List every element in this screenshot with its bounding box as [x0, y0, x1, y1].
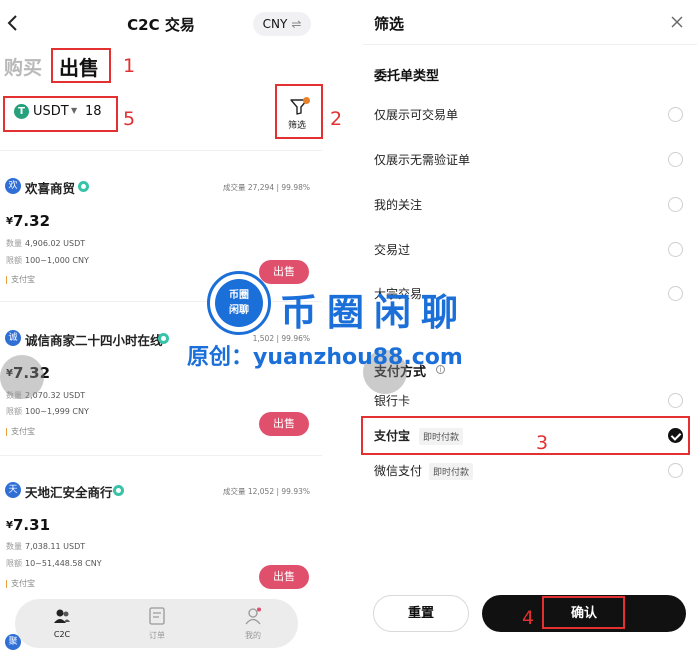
reset-button[interactable]: 重置 — [373, 595, 469, 632]
radio-no-verification[interactable] — [668, 152, 683, 167]
nav-profile-label[interactable]: 我的 — [233, 630, 273, 641]
radio-tradable-only[interactable] — [668, 107, 683, 122]
watermark-title: 币圈闲聊 — [280, 291, 468, 334]
profile-icon[interactable] — [244, 607, 262, 625]
limit-value: 100~1,999 CNY — [25, 407, 89, 416]
price: 7.31 — [13, 516, 51, 534]
currency-label: CNY — [262, 17, 288, 31]
document-icon[interactable] — [148, 607, 166, 625]
option-traded-before[interactable]: 交易过 — [374, 241, 410, 258]
merchant-avatar: 欢 — [5, 178, 21, 194]
annotation-box-filter — [275, 84, 323, 139]
payment-bank-card[interactable]: 银行卡 — [374, 392, 410, 409]
limit-key: 限额 — [6, 256, 22, 265]
divider — [0, 455, 322, 456]
merchant-stats: 成交量 27,294 | 99.98% — [222, 183, 310, 192]
nav-orders-label[interactable]: 订单 — [137, 630, 177, 641]
touch-indicator — [0, 355, 44, 399]
merchant-avatar: 天 — [5, 482, 21, 498]
divider — [0, 301, 322, 302]
quantity-value: 4,906.02 USDT — [25, 239, 86, 248]
limit-line: 限额 100~1,999 CNY — [6, 406, 89, 417]
limit-key: 限额 — [6, 559, 22, 568]
radio-bank-card[interactable] — [668, 393, 683, 408]
annotation-number: 5 — [123, 108, 136, 130]
radio-following[interactable] — [668, 197, 683, 212]
quantity-line: 数量 4,906.02 USDT — [6, 238, 85, 249]
price: 7.32 — [13, 212, 51, 230]
sell-button[interactable]: 出售 — [259, 412, 309, 436]
instant-pay-tag: 即时付款 — [429, 463, 474, 480]
header: C2C 交易 CNY ⇌ — [0, 0, 322, 46]
merchant-stats: 成交量 12,052 | 99.93% — [222, 487, 310, 496]
limit-line: 限额 100~1,000 CNY — [6, 255, 89, 266]
sell-button[interactable]: 出售 — [259, 260, 309, 284]
order-type-heading: 委托单类型 — [374, 69, 440, 84]
annotation-box-confirm — [542, 596, 625, 629]
limit-line: 限额 10~51,448.58 CNY — [6, 558, 102, 569]
nav-c2c-label[interactable]: C2C — [42, 630, 82, 639]
limit-value: 100~1,000 CNY — [25, 256, 89, 265]
merchant-avatar: 诚 — [5, 330, 21, 346]
watermark-badge-line2: 闲聊 — [229, 305, 249, 316]
watermark-site: 原创：yuanzhou88.com — [187, 345, 463, 370]
merchant-name[interactable]: 欢喜商贸 — [25, 178, 75, 197]
currency-switch-button[interactable]: CNY ⇌ — [253, 12, 311, 36]
payment-method: 支付宝 — [6, 428, 35, 436]
verified-badge-icon — [113, 485, 124, 496]
swap-icon: ⇌ — [291, 17, 302, 31]
quantity-key: 数量 — [6, 239, 22, 248]
user-group-icon[interactable] — [53, 607, 71, 625]
quantity-key: 数量 — [6, 542, 22, 551]
annotation-number: 2 — [330, 108, 343, 130]
watermark-badge-line1: 币圈 — [229, 290, 249, 301]
quantity-value: 7,038.11 USDT — [25, 542, 86, 551]
annotation-box-sell-tab — [51, 48, 111, 83]
option-no-verification[interactable]: 仅展示无需验证单 — [374, 151, 470, 168]
close-icon[interactable] — [671, 16, 683, 28]
tab-buy[interactable]: 购买 — [4, 53, 42, 80]
verified-badge-icon — [158, 333, 169, 344]
radio-traded-before[interactable] — [668, 242, 683, 257]
annotation-box-alipay — [361, 416, 690, 455]
option-following[interactable]: 我的关注 — [374, 196, 422, 213]
currency-symbol: ¥ — [6, 520, 13, 531]
annotation-number: 3 — [536, 432, 549, 454]
watermark-badge: 币圈 闲聊 — [207, 271, 271, 335]
currency-symbol: ¥ — [6, 216, 13, 227]
radio-block-trade[interactable] — [668, 286, 683, 301]
annotation-number: 4 — [522, 607, 535, 629]
merchant-name[interactable]: 天地汇安全商行 — [25, 482, 113, 501]
quantity-line: 数量 7,038.11 USDT — [6, 541, 85, 552]
payment-method: 支付宝 — [6, 580, 35, 588]
annotation-box-coin-amount — [3, 96, 118, 132]
sell-button[interactable]: 出售 — [259, 565, 309, 589]
payment-method: 支付宝 — [6, 276, 35, 284]
filter-title: 筛选 — [374, 15, 405, 33]
limit-key: 限额 — [6, 407, 22, 416]
verified-badge-icon — [78, 181, 89, 192]
watermark-badge-inner: 币圈 闲聊 — [215, 279, 263, 327]
payment-wechat[interactable]: 微信支付 — [374, 462, 422, 479]
annotation-number: 1 — [123, 55, 136, 77]
limit-value: 10~51,448.58 CNY — [25, 559, 102, 568]
divider — [363, 44, 697, 45]
radio-wechat[interactable] — [668, 463, 683, 478]
divider — [0, 150, 322, 151]
option-tradable-only[interactable]: 仅展示可交易单 — [374, 106, 458, 123]
merchant-name[interactable]: 诚信商家二十四小时在线 — [25, 330, 163, 349]
bottom-nav: C2C 订单 我的 — [15, 599, 298, 648]
